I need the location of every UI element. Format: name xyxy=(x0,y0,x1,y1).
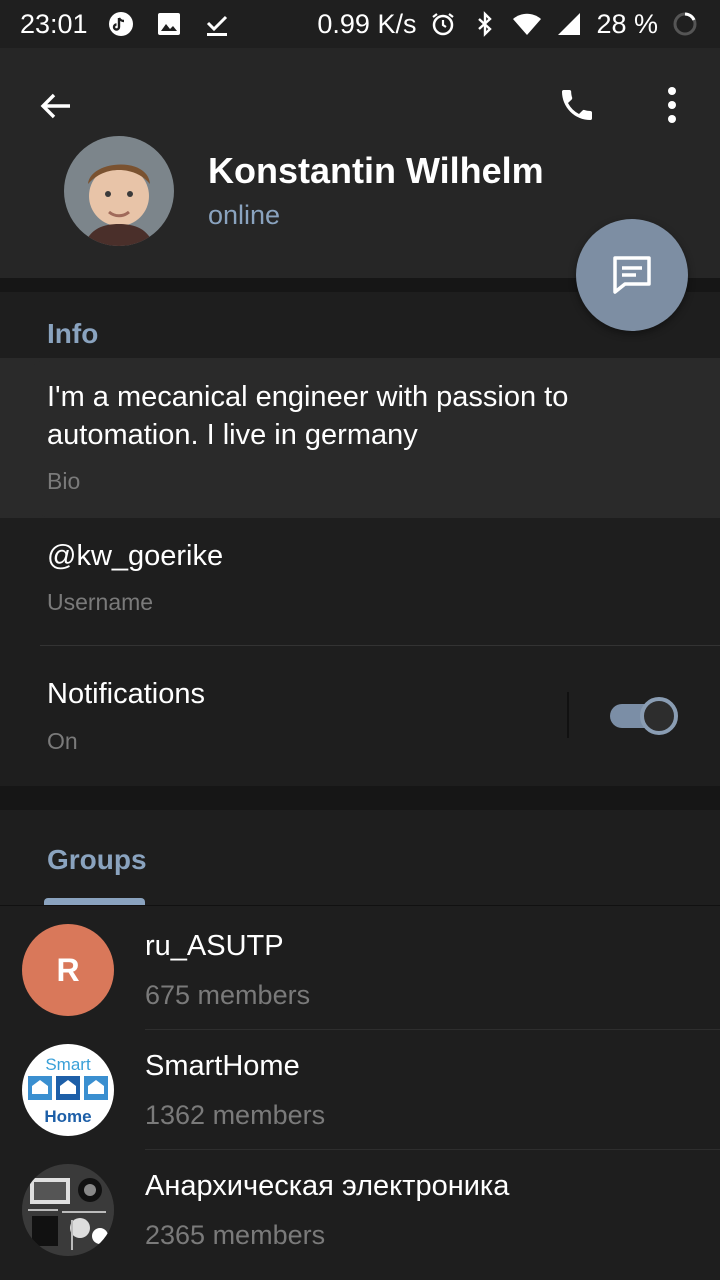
profile-name: Konstantin Wilhelm xyxy=(208,150,544,191)
toggle-knob xyxy=(640,697,678,735)
vertical-divider xyxy=(567,692,569,738)
tab-underline xyxy=(0,905,720,906)
bluetooth-icon xyxy=(470,9,500,39)
username-label: Username xyxy=(47,589,154,615)
arrow-back-icon xyxy=(40,93,70,119)
notifications-toggle[interactable] xyxy=(610,696,678,736)
group-members: 2365 members xyxy=(145,1220,326,1250)
tiktok-icon xyxy=(106,9,136,39)
group-members: 1362 members xyxy=(145,1100,326,1130)
back-button[interactable] xyxy=(32,82,80,130)
section-divider xyxy=(0,786,720,810)
groups-section: Groups R ru_ASUTP 675 members Smart Home… xyxy=(0,810,720,1280)
group-avatar: R xyxy=(22,924,114,1016)
tab-groups[interactable]: Groups xyxy=(47,844,147,876)
tab-indicator xyxy=(44,898,145,905)
send-message-button[interactable] xyxy=(576,219,688,331)
bio-text: I'm a mecanical engineer with passion to… xyxy=(47,381,569,451)
status-time: 23:01 xyxy=(20,8,88,39)
alarm-icon xyxy=(428,9,458,39)
avatar-text-home: Home xyxy=(44,1107,91,1126)
notifications-state: On xyxy=(47,728,78,754)
status-bar: 23:01 0.99 K/s 28 % xyxy=(0,0,720,48)
group-row-anarchic-electronics[interactable]: Анархическая электроника 2365 members xyxy=(0,1150,720,1270)
phone-icon xyxy=(562,90,592,120)
info-title: Info xyxy=(47,318,99,349)
profile-status: online xyxy=(208,200,281,230)
more-vertical-icon xyxy=(668,87,676,123)
divider xyxy=(40,645,720,646)
bio-label: Bio xyxy=(47,468,81,494)
group-name: Анархическая электроника xyxy=(145,1170,510,1202)
group-row-ru-asutp[interactable]: R ru_ASUTP 675 members xyxy=(0,910,720,1030)
message-icon xyxy=(613,256,651,294)
battery-level: 28 % xyxy=(596,8,658,39)
info-section: Info I'm a mecanical engineer with passi… xyxy=(0,292,720,786)
bio-row[interactable]: I'm a mecanical engineer with passion to… xyxy=(0,358,720,518)
network-speed: 0.99 K/s xyxy=(317,8,417,39)
circuit-board-icon xyxy=(22,1164,114,1256)
avatar-text-smart: Smart xyxy=(45,1055,91,1074)
notifications-row[interactable]: Notifications xyxy=(47,678,205,711)
battery-ring-icon xyxy=(670,9,700,39)
group-row-smarthome[interactable]: Smart Home SmartHome 1362 members xyxy=(0,1030,720,1150)
signal-icon xyxy=(554,9,584,39)
wifi-icon xyxy=(512,9,542,39)
download-done-icon xyxy=(202,9,232,39)
call-button[interactable] xyxy=(552,80,602,130)
more-options-button[interactable] xyxy=(650,80,694,130)
image-icon xyxy=(154,9,184,39)
smarthome-logo-icon: Smart Home xyxy=(22,1044,114,1136)
group-members: 675 members xyxy=(145,980,311,1010)
username-value[interactable]: @kw_goerike xyxy=(47,540,223,573)
group-name: ru_ASUTP xyxy=(145,930,284,962)
group-name: SmartHome xyxy=(145,1050,300,1082)
profile-avatar[interactable] xyxy=(64,136,174,246)
avatar-letter: R xyxy=(56,951,80,988)
